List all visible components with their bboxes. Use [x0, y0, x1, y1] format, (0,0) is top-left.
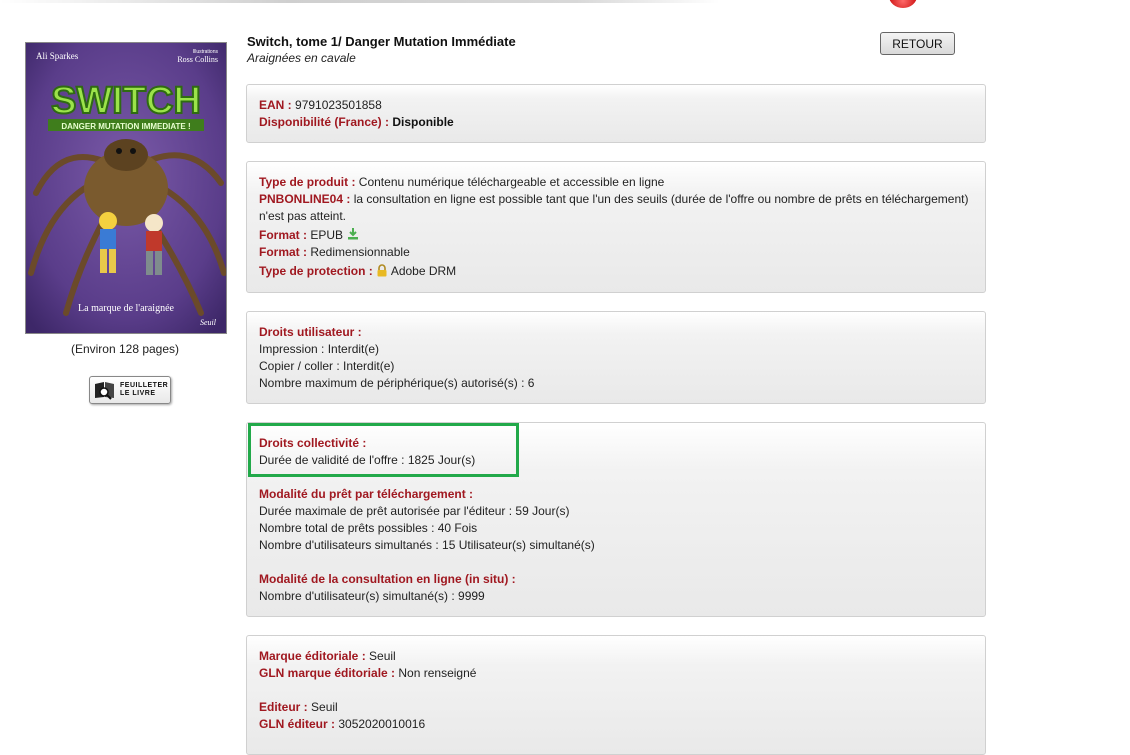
protection-label: Type de protection : — [259, 264, 373, 278]
publisher-panel: Marque éditoriale : Seuil GLN marque édi… — [246, 635, 986, 755]
insitu-simultaneous-users: Nombre d'utilisateur(s) simultané(s) : 9… — [259, 589, 485, 603]
availability-label: Disponibilité (France) : — [259, 115, 390, 129]
collective-rights-heading: Droits collectivité : — [259, 436, 367, 450]
ean-label: EAN : — [259, 98, 292, 112]
book-subtitle: Araignées en cavale — [247, 51, 356, 65]
availability-value: Disponible — [392, 115, 454, 129]
book-magnifier-icon — [95, 382, 114, 400]
cover-tagline: DANGER MUTATION IMMEDIATE ! — [61, 122, 190, 131]
top-status-dot-icon — [889, 0, 917, 8]
feuilleter-label-line1: FEUILLETER — [120, 382, 169, 389]
cover-logo: SWITCH — [51, 80, 201, 122]
loan-download-heading: Modalité du prêt par téléchargement : — [259, 487, 474, 501]
page-count: (Environ 128 pages) — [70, 342, 180, 356]
loan-total-count: Nombre total de prêts possibles : 40 Foi… — [259, 521, 478, 535]
download-icon[interactable] — [346, 227, 360, 241]
top-divider — [0, 0, 720, 3]
cover-publisher-mark: Seuil — [200, 318, 217, 327]
availability-panel: EAN : 9791023501858 Disponibilité (Franc… — [246, 84, 986, 143]
format-value-reflow: Redimensionnable — [310, 245, 410, 259]
brand-gln-value: Non renseigné — [398, 666, 477, 680]
retour-button[interactable]: RETOUR — [880, 32, 955, 55]
pnb-label: PNBONLINE04 : — [259, 192, 351, 206]
insitu-heading: Modalité de la consultation en ligne (in… — [259, 572, 516, 586]
ean-value: 9791023501858 — [295, 98, 382, 112]
book-title: Switch, tome 1/ Danger Mutation Immédiat… — [247, 34, 516, 49]
brand-value: Seuil — [369, 649, 396, 663]
feuilleter-label-line2: LE LIVRE — [120, 390, 156, 397]
product-panel: Type de produit : Contenu numérique télé… — [246, 161, 986, 293]
publisher-gln-value: 3052020010016 — [338, 717, 426, 731]
book-cover[interactable]: Ali Sparkes Illustrations Ross Collins S… — [25, 42, 227, 334]
publisher-value: Seuil — [311, 700, 338, 714]
format-value-epub: EPUB — [310, 228, 344, 242]
brand-gln-label: GLN marque éditoriale : — [259, 666, 396, 680]
lock-icon — [377, 264, 387, 277]
pnb-value: la consultation en ligne est possible ta… — [259, 192, 969, 223]
user-rights-panel: Droits utilisateur : Impression : Interd… — [246, 311, 986, 404]
collective-rights-panel: Droits collectivité : Durée de validité … — [246, 422, 986, 617]
format-label: Format : — [259, 228, 307, 242]
loan-max-duration: Durée maximale de prêt autorisée par l'é… — [259, 504, 570, 518]
brand-label: Marque éditoriale : — [259, 649, 366, 663]
cover-author: Ali Sparkes — [36, 51, 79, 61]
publisher-label: Editeur : — [259, 700, 308, 714]
user-rights-heading: Droits utilisateur : — [259, 325, 362, 339]
product-type-value: Contenu numérique téléchargeable et acce… — [358, 175, 665, 189]
publisher-gln-label: GLN éditeur : — [259, 717, 336, 731]
feuilleter-button[interactable]: FEUILLETER LE LIVRE — [89, 376, 171, 404]
collective-offer-duration: Durée de validité de l'offre : 1825 Jour… — [259, 453, 476, 467]
product-type-label: Type de produit : — [259, 175, 356, 189]
cover-bottom-text: La marque de l'araignée — [78, 303, 174, 314]
format-label-2: Format : — [259, 245, 307, 259]
user-rights-devices: Nombre maximum de périphérique(s) autori… — [259, 376, 535, 390]
protection-value: Adobe DRM — [390, 264, 457, 278]
user-rights-print: Impression : Interdit(e) — [259, 342, 380, 356]
cover-illustrator: Ross Collins — [177, 55, 218, 64]
user-rights-copy: Copier / coller : Interdit(e) — [259, 359, 395, 373]
loan-simultaneous-users: Nombre d'utilisateurs simultanés : 15 Ut… — [259, 538, 595, 552]
